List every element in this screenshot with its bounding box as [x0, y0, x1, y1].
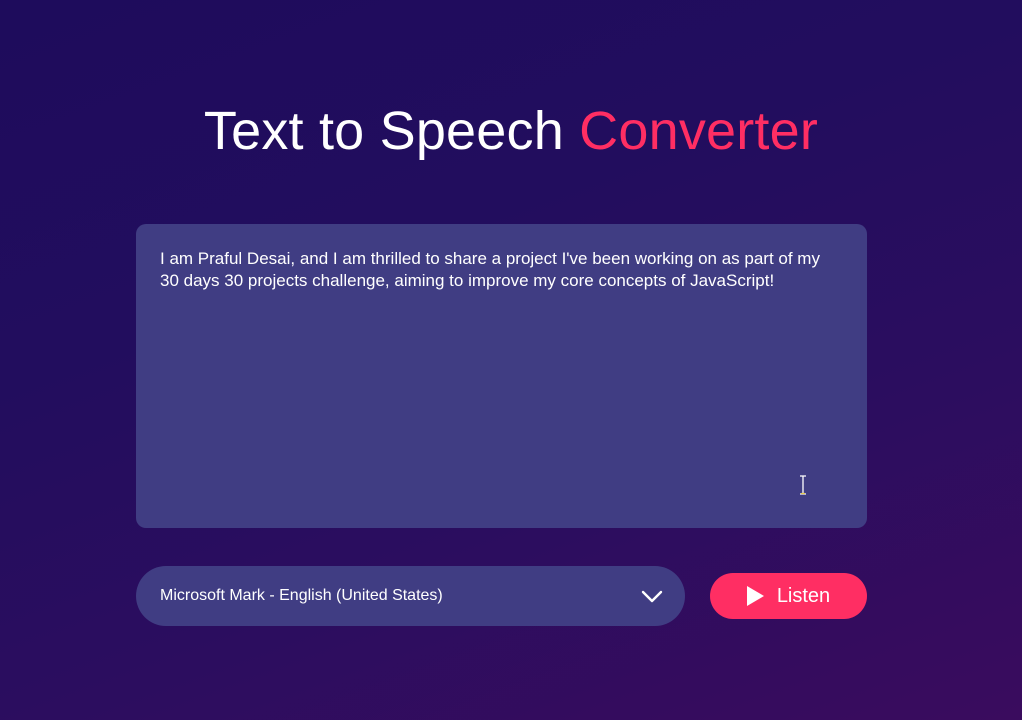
chevron-down-icon: [641, 590, 663, 603]
text-input[interactable]: I am Praful Desai, and I am thrilled to …: [136, 224, 867, 528]
controls-row: Microsoft Mark - English (United States)…: [136, 566, 867, 626]
title-main: Text to Speech: [203, 101, 564, 161]
voice-select-value: Microsoft Mark - English (United States): [160, 587, 443, 604]
listen-button-label: Listen: [776, 584, 831, 607]
listen-button[interactable]: Listen: [710, 573, 867, 619]
voice-select[interactable]: Microsoft Mark - English (United States): [136, 566, 685, 626]
title-accent: Converter: [579, 101, 819, 161]
text-cursor-icon: [800, 475, 806, 495]
play-icon: [746, 586, 764, 606]
page-title: Text to Speech Converter: [0, 98, 1022, 164]
